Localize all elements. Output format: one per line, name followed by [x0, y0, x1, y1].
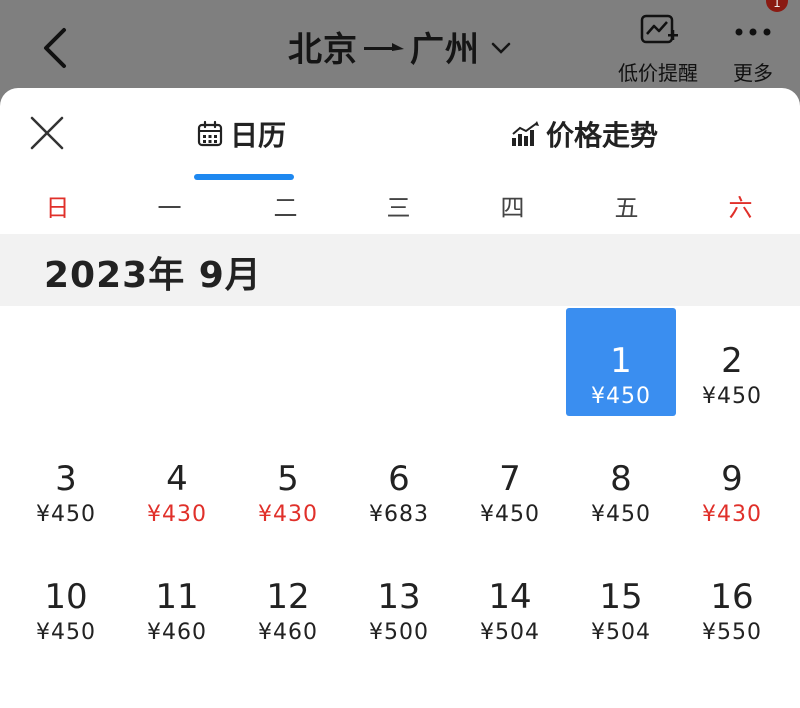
more-label: 更多	[733, 61, 773, 85]
day-price: ¥450	[591, 384, 651, 409]
weekday-thu: 四	[500, 194, 525, 222]
notification-badge: 1	[766, 0, 788, 12]
tab-calendar[interactable]: 日历	[196, 114, 286, 154]
day-price: ¥450	[36, 620, 96, 645]
bar-chart-icon	[512, 121, 539, 146]
weekday-sat: 六	[728, 194, 753, 222]
chevron-down-icon	[491, 42, 511, 54]
date-cell-10[interactable]: 10 ¥450	[11, 544, 121, 652]
more-button[interactable]: 更多	[720, 12, 786, 86]
date-cell-15[interactable]: 15 ¥504	[566, 544, 676, 652]
day-number: 4	[166, 459, 188, 499]
month-title: 2023年 9月	[44, 255, 262, 296]
date-cell-14[interactable]: 14 ¥504	[455, 544, 565, 652]
day-number: 3	[55, 459, 77, 499]
weekday-sun: 日	[45, 194, 70, 222]
day-price: ¥683	[369, 502, 429, 527]
from-city: 北京	[288, 30, 358, 70]
arrow-right-icon	[364, 43, 404, 51]
day-number: 1	[610, 341, 632, 381]
date-cell-13[interactable]: 13 ¥500	[344, 544, 454, 652]
date-cell-5[interactable]: 5 ¥430	[233, 426, 343, 534]
tab-calendar-label: 日历	[230, 119, 287, 152]
ellipsis-icon	[735, 28, 771, 36]
day-number: 14	[488, 577, 532, 617]
weekday-fri: 五	[614, 194, 639, 222]
weekday-wed: 三	[386, 194, 411, 222]
date-cell-6[interactable]: 6 ¥683	[344, 426, 454, 534]
date-cell-7[interactable]: 7 ¥450	[455, 426, 565, 534]
date-cell-4[interactable]: 4 ¥430	[122, 426, 232, 534]
date-cell-8[interactable]: 8 ¥450	[566, 426, 676, 534]
date-cell-2[interactable]: 2 ¥450	[677, 308, 787, 416]
day-price: ¥460	[147, 620, 207, 645]
date-cell-9[interactable]: 9 ¥430	[677, 426, 787, 534]
calendar-sheet: 日历 价格走势 日 一 二 三 四 五 六 2023年 9月 1 ¥450 2	[0, 88, 800, 708]
date-cell-3[interactable]: 3 ¥450	[11, 426, 121, 534]
chart-bell-icon	[640, 14, 678, 44]
date-cell-1[interactable]: 1 ¥450	[566, 308, 676, 416]
tab-price-trend[interactable]: 价格走势	[510, 114, 658, 154]
day-price: ¥430	[147, 502, 207, 527]
day-price: ¥430	[258, 502, 318, 527]
month-header: 2023年 9月	[0, 234, 800, 306]
price-alert-button[interactable]: 低价提醒	[606, 12, 710, 86]
day-number: 2	[721, 341, 743, 381]
date-cell-16[interactable]: 16 ¥550	[677, 544, 787, 652]
day-number: 13	[377, 577, 421, 617]
day-number: 15	[599, 577, 643, 617]
tab-price-trend-label: 价格走势	[546, 119, 659, 152]
calendar-icon	[197, 120, 223, 147]
day-number: 9	[721, 459, 743, 499]
day-price: ¥500	[369, 620, 429, 645]
day-price: ¥450	[591, 502, 651, 527]
date-cell-12[interactable]: 12 ¥460	[233, 544, 343, 652]
day-number: 5	[277, 459, 299, 499]
weekday-header: 日 一 二 三 四 五 六	[0, 188, 800, 228]
day-price: ¥550	[702, 620, 762, 645]
top-bar: 北京 广州 低价提醒 更多 1	[0, 0, 800, 88]
day-price: ¥450	[36, 502, 96, 527]
day-number: 6	[388, 459, 410, 499]
date-cell-11[interactable]: 11 ¥460	[122, 544, 232, 652]
day-price: ¥450	[702, 384, 762, 409]
active-tab-indicator	[194, 174, 294, 180]
day-price: ¥504	[591, 620, 651, 645]
day-number: 16	[710, 577, 754, 617]
day-number: 10	[44, 577, 88, 617]
day-number: 12	[266, 577, 310, 617]
day-price: ¥504	[480, 620, 540, 645]
day-price: ¥460	[258, 620, 318, 645]
day-number: 11	[155, 577, 199, 617]
price-alert-label: 低价提醒	[618, 61, 698, 85]
day-price: ¥450	[480, 502, 540, 527]
close-icon[interactable]	[28, 114, 66, 152]
to-city: 广州	[410, 30, 480, 70]
day-price: ¥430	[702, 502, 762, 527]
weekday-tue: 二	[273, 194, 298, 222]
day-number: 7	[499, 459, 521, 499]
day-number: 8	[610, 459, 632, 499]
weekday-mon: 一	[157, 194, 182, 222]
